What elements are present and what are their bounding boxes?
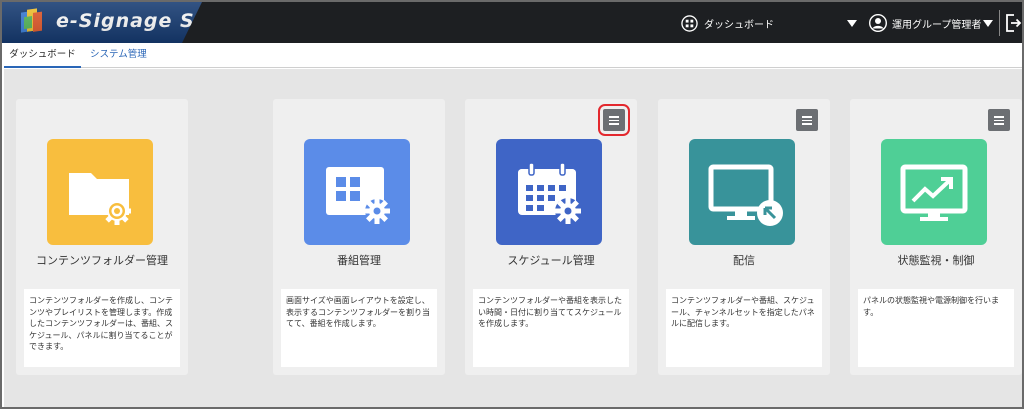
monitor-deliver-icon[interactable] xyxy=(689,139,795,245)
card-description: コンテンツフォルダーや番組を表示したい時間・日付に割り当ててスケジュールを作成し… xyxy=(473,289,629,367)
dashboard-icon xyxy=(681,14,698,32)
card-description: パネルの状態監視や電源制御を行います。 xyxy=(858,289,1014,367)
card-title: コンテンツフォルダー管理 xyxy=(36,254,168,267)
card-title: スケジュール管理 xyxy=(507,254,595,267)
card-schedule-management[interactable]: スケジュール管理 コンテンツフォルダーや番組を表示したい時間・日付に割り当ててス… xyxy=(465,99,637,375)
dashboard-content: コンテンツフォルダー管理 コンテンツフォルダーを作成し、コンテンツやプレイリスト… xyxy=(4,69,1022,407)
menu-icon[interactable] xyxy=(598,104,630,136)
dashboard-menu-label: ダッシュボード xyxy=(704,19,774,31)
menu-icon[interactable] xyxy=(988,109,1010,131)
app-window: e-Signage S ダッシュボード 運用グループ管理者 ダッシュボード シス… xyxy=(0,0,1024,409)
user-menu-label: 運用グループ管理者 xyxy=(892,19,982,31)
card-title: 番組管理 xyxy=(337,254,381,267)
card-content-folder[interactable]: コンテンツフォルダー管理 コンテンツフォルダーを作成し、コンテンツやプレイリスト… xyxy=(16,99,188,375)
card-title: 状態監視・制御 xyxy=(897,254,975,267)
tab-bar: ダッシュボード システム管理 xyxy=(4,43,1022,68)
chevron-down-icon[interactable] xyxy=(983,20,993,27)
tab-system-management[interactable]: システム管理 xyxy=(90,43,147,68)
header-divider xyxy=(999,10,1000,36)
user-icon xyxy=(869,14,887,32)
menu-icon[interactable] xyxy=(796,109,818,131)
logout-icon[interactable] xyxy=(1004,12,1022,34)
card-description: 画面サイズや画面レイアウトを設定し、表示するコンテンツフォルダーを割り当てて、番… xyxy=(281,289,437,367)
user-menu[interactable]: 運用グループ管理者 xyxy=(869,13,981,33)
app-title: e-Signage S xyxy=(56,10,195,32)
card-status-monitoring[interactable]: 状態監視・制御 パネルの状態監視や電源制御を行います。 xyxy=(850,99,1022,375)
chevron-down-icon[interactable] xyxy=(847,20,857,27)
folder-gear-icon[interactable] xyxy=(47,139,153,245)
monitor-chart-icon[interactable] xyxy=(881,139,987,245)
card-description: コンテンツフォルダーや番組、スケジュール、チャンネルセットを指定したパネルに配信… xyxy=(666,289,822,367)
calendar-gear-icon[interactable] xyxy=(496,139,602,245)
tab-dashboard[interactable]: ダッシュボード xyxy=(4,43,81,68)
card-delivery[interactable]: 配信 コンテンツフォルダーや番組、スケジュール、チャンネルセットを指定したパネル… xyxy=(658,99,830,375)
app-logo-icon xyxy=(21,8,42,33)
program-gear-icon[interactable] xyxy=(304,139,410,245)
top-header: e-Signage S ダッシュボード 運用グループ管理者 xyxy=(2,2,1022,43)
card-description: コンテンツフォルダーを作成し、コンテンツやプレイリストを管理します。作成したコン… xyxy=(24,289,180,367)
card-title: 配信 xyxy=(733,254,755,267)
logo-area[interactable]: e-Signage S xyxy=(2,2,202,43)
dashboard-menu[interactable]: ダッシュボード xyxy=(681,14,774,32)
card-program-management[interactable]: 番組管理 画面サイズや画面レイアウトを設定し、表示するコンテンツフォルダーを割り… xyxy=(273,99,445,375)
